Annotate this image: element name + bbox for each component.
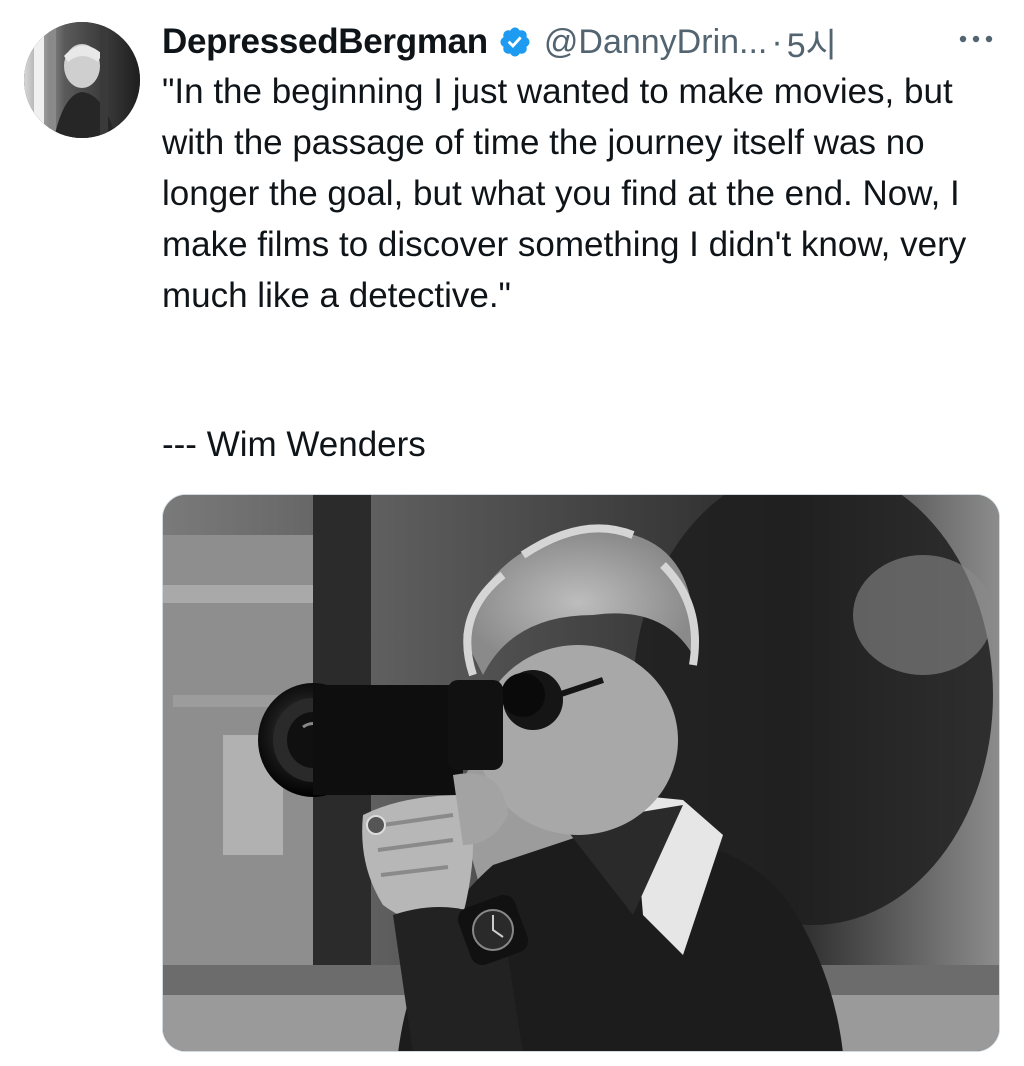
more-options-button[interactable]	[952, 20, 1000, 60]
author-avatar[interactable]	[24, 22, 140, 138]
tweet-header: DepressedBergman @DannyDrin... · 5시	[162, 18, 1002, 66]
author-display-name[interactable]: DepressedBergman	[162, 22, 488, 62]
avatar-photo	[24, 22, 140, 138]
tweet-attribution: --- Wim Wenders	[162, 425, 426, 464]
tweet-timestamp[interactable]: 5시	[787, 18, 837, 67]
tweet-text: "In the beginning I just wanted to make …	[162, 72, 967, 315]
tweet[interactable]: DepressedBergman @DannyDrin... · 5시 "In …	[0, 0, 1024, 1066]
author-handle[interactable]: @DannyDrin...	[544, 23, 767, 62]
header-separator: ·	[771, 22, 783, 61]
tweet-photo[interactable]	[162, 494, 1000, 1052]
photo-man-with-camera	[163, 495, 999, 1051]
ellipsis-icon	[958, 31, 994, 49]
verified-badge-icon	[498, 25, 532, 59]
